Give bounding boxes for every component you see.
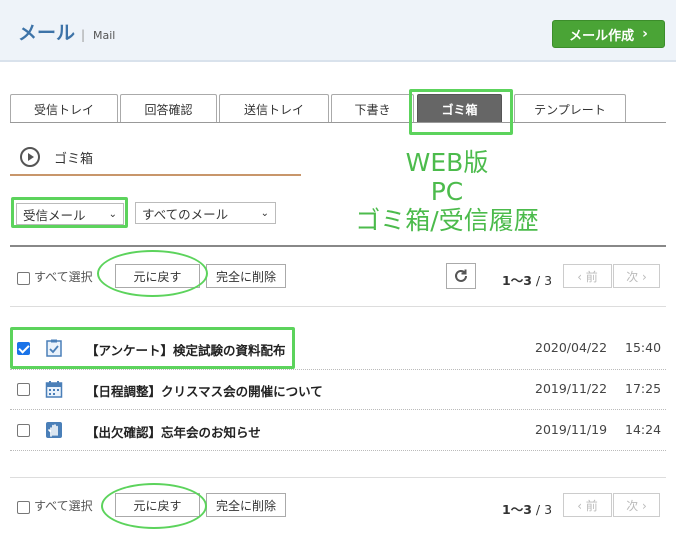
row-divider (10, 450, 666, 451)
page-header: メール | Mail メール作成 › (0, 0, 676, 62)
chevron-down-icon: ⌄ (260, 207, 269, 219)
tab-label: 回答確認 (144, 102, 193, 117)
compose-mail-label: メール作成 (569, 28, 635, 44)
count-total: / 3 (535, 502, 553, 517)
highlight-box-select (11, 197, 128, 228)
mail-page: メール | Mail メール作成 › 受信トレイ 回答確認 送信トレイ 下書き … (0, 0, 676, 550)
next-label: 次 › (626, 269, 647, 284)
mail-time: 17:25 (625, 381, 662, 396)
select-all-label: すべて選択 (34, 499, 93, 513)
tab-drafts[interactable]: 下書き (331, 94, 414, 123)
annotation-line: WEB版 (405, 148, 489, 177)
count-range: 1〜3 (502, 273, 532, 288)
mail-checkbox[interactable] (17, 424, 30, 437)
delete-permanently-button-top[interactable]: 完全に削除 (206, 264, 286, 288)
delete-permanently-button-bottom[interactable]: 完全に削除 (206, 493, 286, 517)
mail-filter-value: すべてのメール (142, 206, 229, 222)
select-all-label: すべて選択 (34, 270, 93, 284)
select-all-checkbox-top[interactable] (17, 272, 30, 285)
mail-date: 2020/04/22 (535, 340, 608, 355)
tab-label: テンプレート (534, 102, 606, 117)
annotation-line: ゴミ箱/受信履歴 (355, 206, 539, 235)
refresh-icon (455, 269, 467, 282)
mail-subject[interactable]: 【日程調整】クリスマス会の開催について (86, 381, 323, 400)
mail-time: 14:24 (625, 422, 662, 437)
mailbox-tabs: 受信トレイ 回答確認 送信トレイ 下書き ゴミ箱 テンプレート (10, 94, 666, 123)
list-top-divider (10, 245, 666, 247)
highlight-restore-top (97, 250, 208, 297)
page-title: メール (18, 22, 76, 44)
message-count: 1〜3 / 3 (502, 270, 552, 289)
tabs-divider (10, 122, 666, 123)
row-divider (10, 369, 666, 370)
page-subtitle: Mail (93, 29, 116, 42)
next-label: 次 › (626, 498, 647, 513)
annotation-line: PC (430, 177, 464, 206)
tab-label: 受信トレイ (33, 102, 94, 117)
section-heading: ゴミ箱 (20, 146, 93, 168)
tab-inbox[interactable]: 受信トレイ (10, 94, 118, 123)
mail-date: 2019/11/22 (535, 381, 608, 396)
mail-subject[interactable]: 【出欠確認】忘年会のお知らせ (86, 422, 261, 441)
circle-play-icon (20, 147, 40, 167)
highlight-first-mail (10, 327, 295, 369)
count-total: / 3 (535, 273, 553, 288)
mail-date: 2019/11/19 (535, 422, 608, 437)
highlight-restore-bottom (101, 483, 207, 529)
prev-label: ‹ 前 (577, 498, 598, 513)
calendar-icon (45, 381, 63, 398)
annotation-text: WEB版 PC ゴミ箱/受信履歴 (340, 148, 554, 235)
tab-label: 下書き (354, 102, 391, 117)
tab-answer-check[interactable]: 回答確認 (120, 94, 217, 123)
message-count: 1〜3 / 3 (502, 499, 552, 518)
section-underline (10, 174, 301, 176)
tab-sent[interactable]: 送信トレイ (219, 94, 329, 123)
row-divider (10, 409, 666, 410)
next-page-button-top[interactable]: 次 › (613, 264, 660, 288)
toolbar-divider (10, 306, 666, 307)
count-range: 1〜3 (502, 502, 532, 517)
mail-time: 15:40 (625, 340, 662, 355)
chevron-right-icon: › (642, 26, 648, 42)
refresh-button[interactable] (446, 263, 476, 289)
title-separator: | (81, 28, 86, 42)
tab-label: 送信トレイ (243, 102, 304, 117)
prev-page-button-top[interactable]: ‹ 前 (563, 264, 612, 288)
list-bottom-divider (10, 477, 666, 478)
next-page-button-bottom[interactable]: 次 › (613, 493, 660, 517)
mail-checkbox[interactable] (17, 383, 30, 396)
delete-label: 完全に削除 (215, 269, 276, 284)
highlight-trash-tab (409, 89, 513, 135)
prev-label: ‹ 前 (577, 269, 598, 284)
mail-filter-select[interactable]: すべてのメール ⌄ (135, 202, 276, 224)
compose-mail-button[interactable]: メール作成 › (552, 20, 665, 48)
section-title: ゴミ箱 (54, 151, 94, 167)
prev-page-button-bottom[interactable]: ‹ 前 (563, 493, 612, 517)
tab-templates[interactable]: テンプレート (514, 94, 626, 123)
hand-icon (46, 422, 62, 438)
delete-label: 完全に削除 (215, 498, 276, 513)
select-all-checkbox-bottom[interactable] (17, 501, 30, 514)
